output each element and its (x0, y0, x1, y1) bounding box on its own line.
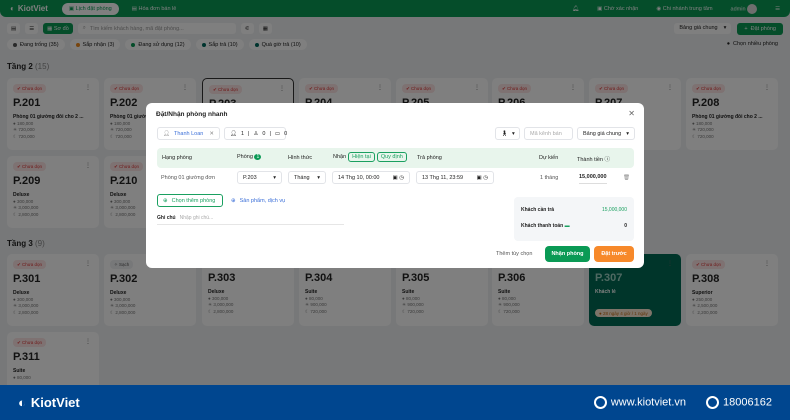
row-total-input[interactable]: 15,000,000 (579, 171, 607, 184)
row-expected: 1 tháng (540, 174, 559, 181)
due-amount: 15,000,000 (601, 207, 627, 213)
col-expected: Dự kiến (539, 155, 559, 161)
footer-phone[interactable]: 18006162 (706, 396, 772, 409)
guest-count[interactable]: 👤︎ 1 | ♙ 0 | ▭ 0 (224, 127, 287, 140)
footer-banner: ◐ KiotViet www.kiotviet.vn 18006162 (0, 385, 790, 420)
walkin-source-select[interactable]: 🚶︎ ▾ (495, 127, 520, 140)
calendar-clock-icon: ▣ ◷ (476, 174, 488, 181)
plus-circle-icon: ⊕ (231, 197, 236, 204)
user-icon: 👤︎ (163, 130, 170, 137)
footer-logo: ◐ KiotViet (18, 395, 80, 410)
more-options-link[interactable]: Thêm tùy chọn (496, 251, 532, 257)
checkin-button[interactable]: Nhận phòng (545, 246, 590, 262)
checkout-datetime[interactable]: 13 Thg 11, 23:59 ▣ ◷ (416, 171, 494, 184)
payment-card-icon[interactable]: ▬ (565, 223, 570, 229)
caret-down-icon: ▾ (511, 130, 515, 137)
caret-down-icon: ▾ (317, 174, 320, 181)
col-checkin: Nhận Hiện tại Quy định (333, 152, 407, 162)
payment-summary: Khách cần trả 15,000,000 Khách thanh toán… (514, 197, 634, 241)
plus-circle-icon: ⊕ (163, 197, 168, 204)
trash-icon[interactable]: 🗑︎ (623, 171, 630, 184)
modal-price-list-select[interactable]: Bảng giá chung ▾ (577, 127, 635, 140)
col-room-type: Hạng phòng (162, 155, 192, 161)
col-form: Hình thức (288, 155, 313, 161)
note-input[interactable]: Nhập ghi chú... (180, 215, 214, 221)
paid-input[interactable]: 0 (624, 223, 627, 229)
room-select[interactable]: P.203 ▾ (237, 171, 282, 184)
modal-title: Đặt/Nhận phòng nhanh (156, 111, 228, 118)
logo-icon: ◐ (18, 395, 26, 410)
customer-field[interactable]: 👤︎ Thanh Loan ✕ (157, 127, 220, 140)
clear-icon[interactable]: ✕ (209, 131, 214, 137)
col-total: Thành tiền ⓘ (577, 157, 611, 163)
room-count-badge: 1 (254, 154, 262, 160)
quick-booking-modal: Đặt/Nhận phòng nhanh ✕ 👤︎ Thanh Loan ✕ 👤︎ 1… (146, 103, 644, 268)
rule-toggle[interactable]: Quy định (376, 152, 407, 162)
row-room-type: Phòng 01 giường đơn (161, 174, 216, 181)
form-select[interactable]: Tháng ▾ (288, 171, 326, 184)
due-label: Khách cần trả (521, 207, 555, 213)
caret-down-icon: ▾ (273, 174, 276, 181)
child-icon: ♙ (253, 130, 259, 137)
footer-website[interactable]: www.kiotviet.vn (593, 396, 686, 409)
paid-label: Khách thanh toán ▬ (521, 223, 570, 229)
channel-input[interactable]: Mã kênh bán (524, 127, 573, 140)
now-toggle[interactable]: Hiện tại (348, 152, 375, 162)
info-icon: ⓘ (604, 157, 611, 163)
caret-down-icon: ▾ (626, 130, 629, 137)
checkin-datetime[interactable]: 14 Thg 10, 00:00 ▣ ◷ (332, 171, 410, 184)
table-header: Hạng phòng Phòng 1 Hình thức Nhận Hiện tạ… (157, 148, 634, 168)
book-ahead-button[interactable]: Đặt trước (594, 246, 634, 262)
services-link[interactable]: ⊕ Sản phẩm, dịch vụ (226, 194, 296, 207)
col-room: Phòng 1 (237, 154, 262, 160)
note-label: Ghi chú (157, 215, 176, 221)
adult-icon: 👤︎ (230, 130, 237, 137)
add-room-button[interactable]: ⊕ Chọn thêm phòng (157, 194, 223, 207)
phone-icon (706, 396, 720, 409)
col-checkout: Trả phòng (417, 155, 442, 161)
id-card-icon: ▭ (274, 130, 281, 137)
walking-icon: 🚶︎ (501, 130, 508, 137)
calendar-clock-icon: ▣ ◷ (392, 174, 404, 181)
globe-icon (593, 396, 607, 409)
close-icon[interactable]: ✕ (628, 109, 635, 118)
